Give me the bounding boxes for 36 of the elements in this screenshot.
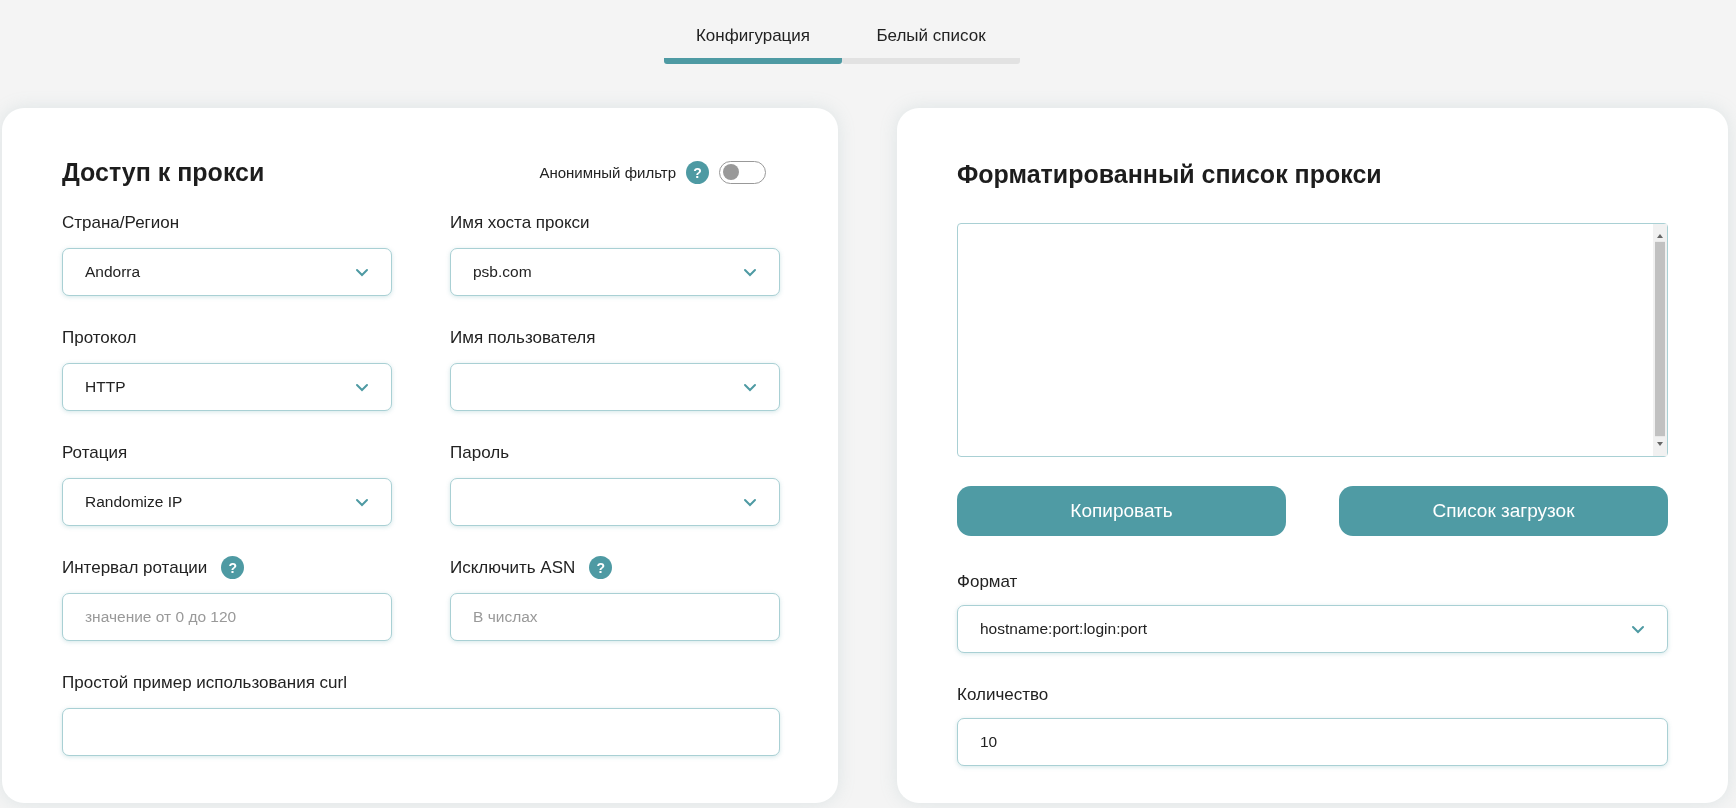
dropdown-field[interactable] [450, 363, 780, 411]
field-label: Количество [957, 684, 1049, 705]
field-label: Интервал ротации [62, 557, 208, 578]
chevron-down-icon [743, 382, 757, 392]
field-label: Ротация [62, 442, 128, 463]
section-title: Форматированный список прокси [957, 160, 1383, 189]
dropdown-field[interactable] [450, 478, 780, 526]
field-label: Имя пользователя [450, 327, 596, 348]
input-field[interactable]: В числах [450, 593, 780, 641]
field-label: Страна/Регион [62, 212, 180, 233]
text-area[interactable] [957, 223, 1668, 457]
chevron-down-icon [743, 267, 757, 277]
dropdown-field[interactable]: HTTP [62, 363, 392, 411]
dropdown-field[interactable]: psb.com [450, 248, 780, 296]
input-field[interactable]: 10 [957, 718, 1668, 766]
chevron-down-icon [355, 382, 369, 392]
field-label: Исключить ASN [450, 557, 576, 578]
section-title: Доступ к прокси [62, 158, 265, 187]
field-label: Формат [957, 571, 1018, 592]
field-label: Протокол [62, 327, 137, 348]
field-label: Пароль [450, 442, 509, 463]
dropdown-field[interactable]: Randomize IP [62, 478, 392, 526]
tab[interactable]: Конфигурация [664, 22, 842, 64]
input-field[interactable]: значение от 0 до 120 [62, 593, 392, 641]
chevron-down-icon [1631, 624, 1645, 634]
input-field[interactable] [62, 708, 780, 756]
dropdown-field[interactable]: hostname:port:login:port [957, 605, 1668, 653]
chevron-down-icon [355, 267, 369, 277]
field-label: Простой пример использования curl [62, 672, 347, 693]
chevron-down-icon [355, 497, 369, 507]
field-label: Имя хоста прокси [450, 212, 590, 233]
toggle-switch[interactable] [719, 161, 766, 184]
toggle-label: Анонимный фильтр [539, 164, 676, 181]
chevron-down-icon [743, 497, 757, 507]
tab[interactable]: Белый список [842, 22, 1020, 64]
dropdown-field[interactable]: Andorra [62, 248, 392, 296]
